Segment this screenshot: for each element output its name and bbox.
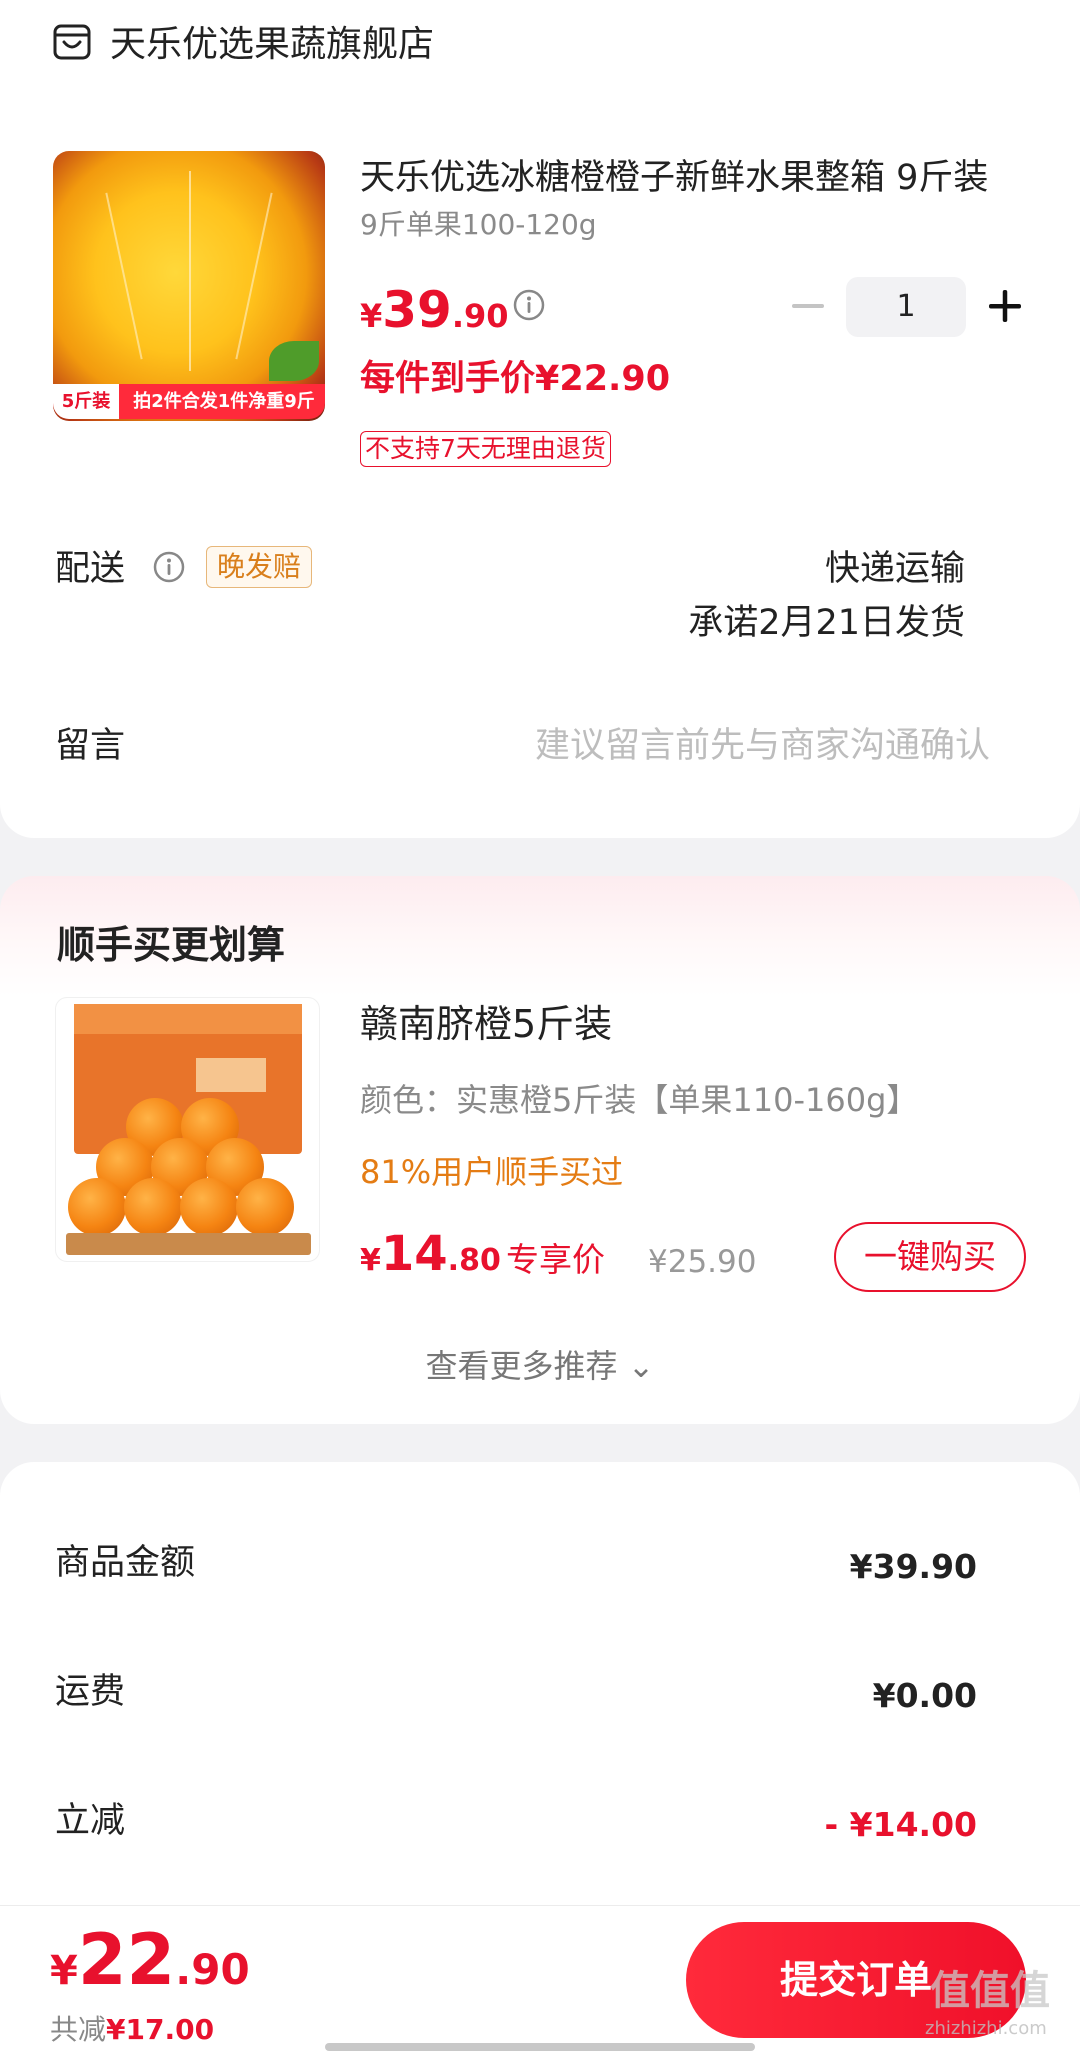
watermark-logo: 值值值 [930, 1968, 1050, 2014]
exclusive-price-label: 专享价 [506, 1240, 605, 1279]
quantity-value[interactable]: 1 [846, 277, 966, 337]
product-image[interactable] [53, 151, 325, 421]
rec-price-decimal: .80 [447, 1243, 501, 1278]
per-item-final-price: 每件到手价¥22.90 [360, 359, 671, 399]
recommendation-product-image[interactable] [55, 997, 320, 1262]
original-price: ¥25.90 [648, 1244, 757, 1280]
rec-price-symbol: ¥ [360, 1243, 381, 1278]
price-integer: 39 [382, 281, 452, 339]
recommendation-price: ¥14.80 [360, 1226, 501, 1282]
watermark-domain: zhizhizhi.com [925, 2018, 1047, 2039]
total-saved: 共减¥17.00 [50, 2012, 214, 2048]
more-recommendations-link[interactable]: 查看更多推荐 ⌄ [0, 1344, 1080, 1388]
product-spec[interactable]: 9斤单果100-120g [360, 207, 597, 243]
product-title[interactable]: 天乐优选冰糖橙橙子新鲜水果整箱 9斤装 [360, 155, 1020, 201]
shop-name[interactable]: 天乐优选果蔬旗舰店 [110, 22, 434, 68]
late-compensation-badge[interactable]: 晚发赔 [206, 546, 313, 588]
product-image-tag: 5斤装 拍2件合发1件净重9斤 [53, 384, 325, 419]
one-click-buy-button[interactable]: 一键购买 [834, 1222, 1026, 1292]
quantity-increase-button[interactable] [985, 286, 1025, 326]
total-symbol: ¥ [50, 1948, 78, 1994]
summary-discount-label: 立减 [55, 1801, 126, 1841]
shipping-method: 快递运输 [824, 549, 965, 589]
shipping-info-icon[interactable] [152, 550, 186, 584]
checkout-total-price: ¥22.90 [50, 1920, 250, 2000]
shipping-promise-date: 承诺2月21日发货 [688, 603, 965, 643]
summary-goods-amount-label: 商品金额 [55, 1543, 196, 1583]
saved-amount: ¥17.00 [106, 2013, 215, 2046]
shipping-label: 配送 [55, 549, 126, 589]
summary-shipping-fee-value: ¥0.00 [872, 1676, 977, 1715]
image-tag-weight: 5斤装 [53, 384, 119, 419]
message-label: 留言 [55, 726, 126, 766]
recommendation-spec[interactable]: 颜色：实惠橙5斤装【单果110-160g】 [360, 1078, 918, 1122]
total-decimal: .90 [175, 1945, 250, 1994]
recommendation-title: 顺手买更划算 [57, 923, 286, 967]
price-decimal: .90 [451, 297, 509, 335]
price-symbol: ¥ [360, 297, 383, 335]
quantity-decrease-button[interactable] [790, 286, 826, 326]
shop-icon[interactable] [52, 22, 92, 62]
total-integer: 22 [77, 1919, 176, 2001]
recommendation-name[interactable]: 赣南脐橙5斤装 [360, 1000, 612, 1048]
product-price: ¥39.90 [360, 282, 509, 338]
image-tag-promo: 拍2件合发1件净重9斤 [133, 391, 315, 412]
summary-discount-value: - ¥14.00 [824, 1805, 977, 1844]
return-policy-badge: 不支持7天无理由退货 [360, 431, 611, 467]
summary-goods-amount-value: ¥39.90 [849, 1547, 977, 1586]
home-indicator[interactable] [325, 2043, 755, 2051]
price-info-icon[interactable] [512, 288, 546, 322]
rec-price-integer: 14 [380, 1226, 448, 1282]
saved-label: 共减 [50, 2013, 107, 2046]
recommendation-bought-rate: 81%用户顺手买过 [360, 1153, 624, 1191]
summary-shipping-fee-label: 运费 [55, 1672, 126, 1712]
message-input[interactable] [390, 716, 990, 776]
